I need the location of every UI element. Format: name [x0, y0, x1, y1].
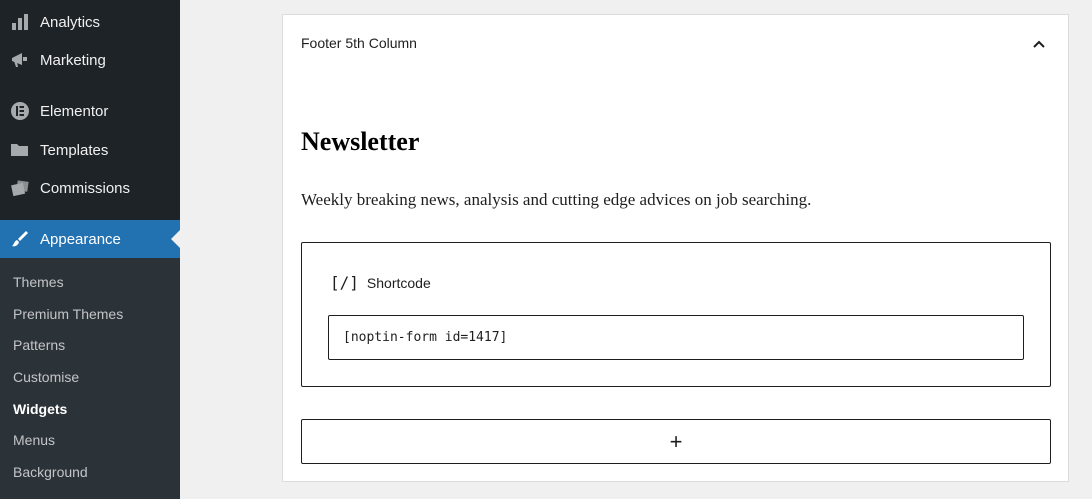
shortcode-label: Shortcode: [366, 274, 431, 291]
shortcode-block[interactable]: [/] Shortcode: [301, 242, 1051, 387]
sidebar-item-commissions[interactable]: Commissions: [0, 170, 180, 206]
admin-sidebar: Analytics Marketing Elementor Templates …: [0, 0, 180, 499]
submenu-item-patterns[interactable]: Patterns: [13, 335, 65, 355]
newsletter-description[interactable]: Weekly breaking news, analysis and cutti…: [301, 190, 811, 210]
sidebar-item-label: Marketing: [40, 51, 106, 69]
shortcode-icon: [/]: [330, 273, 359, 292]
submenu-item-widgets[interactable]: Widgets: [13, 399, 67, 419]
appearance-submenu: Themes Premium Themes Patterns Customise…: [0, 258, 180, 499]
collapse-button[interactable]: [1028, 33, 1050, 55]
newsletter-heading[interactable]: Newsletter: [301, 127, 419, 157]
paintbrush-icon: [9, 228, 31, 250]
active-indicator-arrow: [171, 230, 180, 248]
plus-icon: +: [669, 428, 683, 454]
bar-chart-icon: [9, 11, 31, 33]
submenu-item-background[interactable]: Background: [13, 462, 88, 482]
sidebar-item-label: Commissions: [40, 179, 131, 197]
submenu-item-themes[interactable]: Themes: [13, 272, 64, 292]
shortcode-input[interactable]: [328, 315, 1024, 360]
sidebar-item-label: Analytics: [40, 13, 101, 31]
sidebar-item-analytics[interactable]: Analytics: [0, 4, 180, 40]
sidebar-item-elementor[interactable]: Elementor: [0, 93, 180, 129]
elementor-icon: [9, 100, 31, 122]
tickets-icon: [9, 177, 31, 199]
shortcode-block-header: [/] Shortcode: [330, 273, 431, 292]
submenu-item-menus[interactable]: Menus: [13, 430, 55, 450]
sidebar-item-marketing[interactable]: Marketing: [0, 42, 180, 78]
sidebar-item-appearance[interactable]: Appearance: [0, 220, 180, 258]
sidebar-item-label: Appearance: [40, 230, 121, 248]
sidebar-item-label: Templates: [40, 141, 109, 159]
add-block-button[interactable]: +: [301, 419, 1051, 464]
folder-icon: [9, 139, 31, 161]
megaphone-icon: [9, 49, 31, 71]
widget-area-panel: Footer 5th Column Newsletter Weekly brea…: [282, 14, 1069, 482]
widget-area-title[interactable]: Footer 5th Column: [301, 35, 417, 51]
submenu-item-premium-themes[interactable]: Premium Themes: [13, 304, 123, 324]
chevron-up-icon: [1033, 40, 1045, 48]
sidebar-item-label: Elementor: [40, 102, 109, 120]
sidebar-item-templates[interactable]: Templates: [0, 132, 180, 168]
submenu-item-customise[interactable]: Customise: [13, 367, 79, 387]
